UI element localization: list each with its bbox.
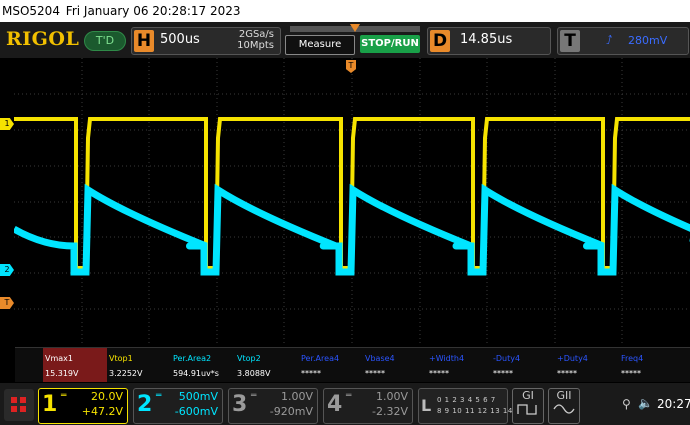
measurement-item[interactable]: Vtop1 3.2252V [107, 348, 171, 382]
measurement-value: ***** [493, 369, 513, 378]
measurement-item[interactable]: +Width4 ***** [427, 348, 491, 382]
logic-analyzer-box[interactable]: L 0 1 2 3 4 5 6 7 8 9 10 11 12 13 14 15 [418, 388, 525, 424]
sample-info: 2GSa/s 10Mpts [237, 29, 274, 51]
measurement-label: -Duty4 [493, 354, 521, 363]
measurement-item[interactable]: Vmax1 15.319V [43, 348, 107, 382]
channel-1-box[interactable]: 1 ═ 20.0V +47.2V [38, 388, 128, 424]
channel-offset: -920mV [269, 405, 313, 418]
measurement-item[interactable]: +Duty4 ***** [555, 348, 619, 382]
measurement-item[interactable]: -Duty4 ***** [491, 348, 555, 382]
measurement-value: ***** [365, 369, 385, 378]
measurement-item[interactable]: Per.Area4 ***** [299, 348, 363, 382]
ch1-ground-marker[interactable]: 1 [0, 118, 14, 130]
delay-letter: D [430, 30, 450, 52]
trigger-status-badge: T'D [84, 31, 126, 51]
measurement-label: +Duty4 [557, 354, 588, 363]
trigger-level: 280mV [628, 34, 668, 47]
coupling-icon: ═ [346, 391, 352, 401]
measure-button[interactable]: Measure [285, 35, 355, 55]
channel-scale: 1.00V [280, 390, 313, 403]
measurement-value: ***** [301, 369, 321, 378]
generator-2-button[interactable]: GII [548, 388, 580, 424]
measurement-item[interactable]: Vtop2 3.8088V [235, 348, 299, 382]
memory-depth: 10Mpts [237, 40, 274, 51]
generator-2-label: GII [556, 389, 572, 402]
channel-3-box[interactable]: 3 ═ 1.00V -920mV [228, 388, 318, 424]
timebase-value: 500us [160, 32, 200, 47]
status-bar: MSO5204 Fri January 06 20:28:17 2023 [0, 0, 690, 22]
channel-scale: 20.0V [90, 390, 123, 403]
measurement-label: Vbase4 [365, 354, 395, 363]
ch2-waveform [14, 183, 690, 276]
measurement-value: 15.319V [45, 369, 79, 378]
measurement-label: Per.Area4 [301, 354, 340, 363]
generator-1-label: GI [522, 389, 534, 402]
speaker-icon[interactable]: 🔈 [638, 396, 653, 410]
measurement-item[interactable]: Vbase4 ***** [363, 348, 427, 382]
channel-scale: 1.00V [375, 390, 408, 403]
measurement-value: 3.2252V [109, 369, 143, 378]
coupling-icon: ═ [61, 391, 67, 401]
coupling-icon: ═ [251, 391, 257, 401]
waveform-display[interactable] [14, 58, 690, 345]
trigger-slope-icon: ⭜ [606, 33, 613, 47]
measurement-label: Freq4 [621, 354, 644, 363]
memory-position-indicator [290, 24, 420, 32]
trigger-level-marker[interactable]: T [0, 297, 14, 309]
channel-2-box[interactable]: 2 ═ 500mV -600mV [133, 388, 223, 424]
delay-value: 14.85us [460, 32, 513, 47]
generator-1-button[interactable]: GI [512, 388, 544, 424]
channel-offset: -2.32V [372, 405, 408, 418]
measurement-item[interactable]: Per.Area2 594.91uv*s [171, 348, 235, 382]
measurement-label: Vtop1 [109, 354, 133, 363]
coupling-icon: ═ [156, 391, 162, 401]
ch2-trace [14, 183, 690, 276]
system-clock: 20:27 [657, 397, 690, 411]
measurement-value: 594.91uv*s [173, 369, 219, 378]
date-time: Fri January 06 20:28:17 2023 [65, 4, 241, 18]
delay-box[interactable]: D 14.85us [427, 27, 551, 55]
measurement-value: ***** [621, 369, 641, 378]
sine-wave-icon [553, 404, 575, 414]
trigger-box[interactable]: T ⭜ 280mV [557, 27, 689, 55]
channel-number: 2 [137, 392, 153, 417]
horizontal-letter: H [134, 30, 154, 52]
channel-offset: +47.2V [81, 405, 123, 418]
measurement-value: 3.8088V [237, 369, 271, 378]
logic-row-1: 0 1 2 3 4 5 6 7 [437, 396, 496, 404]
horizontal-timebase-box[interactable]: H 500us 2GSa/s 10Mpts [131, 27, 281, 55]
measurement-label: Vmax1 [45, 354, 73, 363]
model-name: MSO5204 [2, 4, 60, 18]
channel-offset: -600mV [174, 405, 218, 418]
channel-number: 1 [42, 392, 58, 417]
main-menu-button[interactable] [4, 389, 34, 421]
stop-run-button[interactable]: STOP/RUN [360, 35, 420, 53]
measurement-panel: Vmax1 15.319V Vtop1 3.2252V Per.Area2 594.91u… [15, 347, 690, 382]
channel-number: 3 [232, 392, 248, 417]
logic-letter: L [421, 396, 432, 415]
measurement-value: ***** [557, 369, 577, 378]
rigol-logo: RIGOL [6, 28, 80, 50]
measurement-item[interactable]: Freq4 ***** [619, 348, 683, 382]
square-wave-icon [517, 404, 537, 415]
measurement-value: ***** [429, 369, 449, 378]
channel-4-box[interactable]: 4 ═ 1.00V -2.32V [323, 388, 413, 424]
ch2-ground-marker[interactable]: 2 [0, 264, 14, 276]
sample-rate: 2GSa/s [238, 29, 274, 40]
channel-number: 4 [327, 392, 343, 417]
measurement-label: Per.Area2 [173, 354, 212, 363]
measurement-label: Vtop2 [237, 354, 261, 363]
trigger-letter: T [560, 30, 580, 52]
channel-scale: 500mV [178, 390, 218, 403]
usb-icon: ⚲ [622, 397, 631, 411]
menu-grid-icon [11, 397, 26, 412]
measurement-label: +Width4 [429, 354, 465, 363]
